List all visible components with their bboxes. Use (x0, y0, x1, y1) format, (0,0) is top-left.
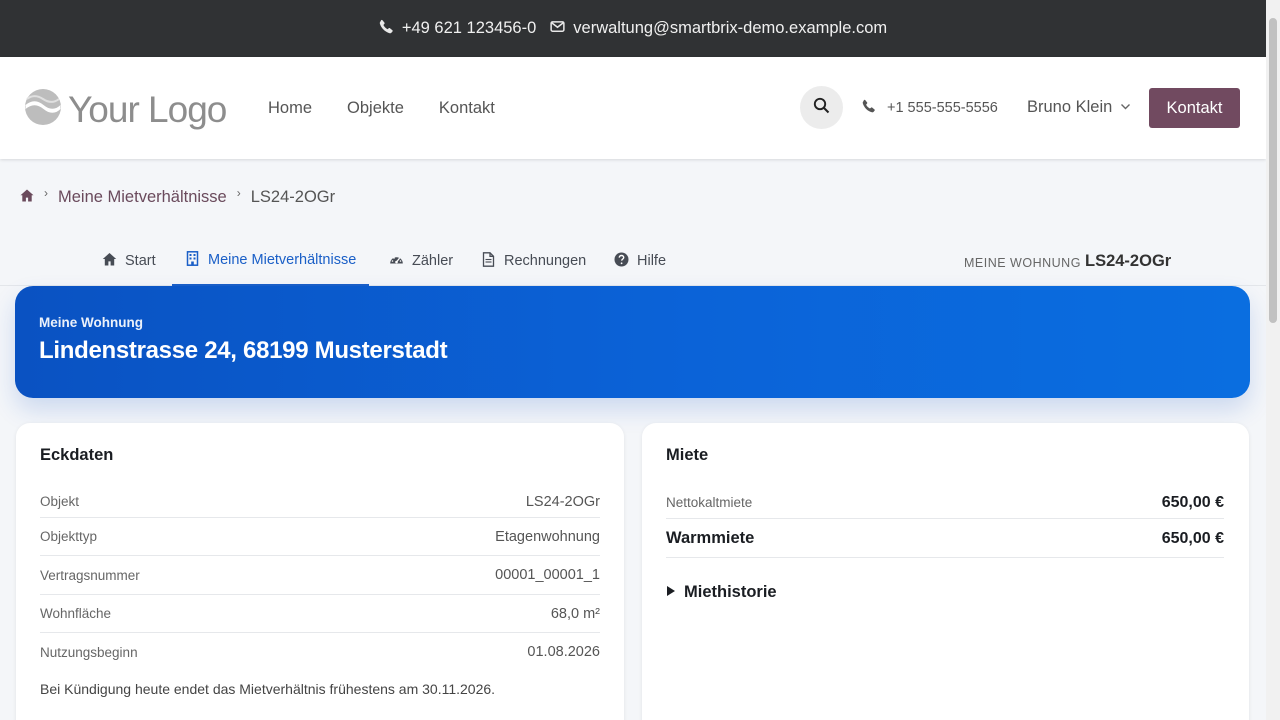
row-key: Vertragsnummer (40, 567, 140, 583)
kuendigung-note: Bei Kündigung heute endet das Mietverhäl… (40, 681, 496, 697)
row-key: Wohnfläche (40, 606, 112, 621)
row-key: Warmmiete (666, 529, 755, 547)
miete-card: Miete Nettokaltmiete 650,00 € Warmmiete … (642, 423, 1249, 720)
header-phone[interactable]: +1 555-555-5556 (862, 99, 998, 117)
row-key: Objekt (40, 494, 80, 509)
search-icon (813, 97, 830, 119)
eckdaten-row: Wohnfläche 68,0 m² (40, 595, 600, 633)
row-key: Objekttyp (40, 529, 98, 544)
tab-label: Zähler (412, 253, 454, 269)
caret-right-icon (666, 583, 676, 602)
user-menu[interactable]: Bruno Klein (1027, 98, 1131, 117)
nettokaltmiete-row: Nettokaltmiete 650,00 € (666, 487, 1224, 519)
banner-title: Lindenstrasse 24, 68199 Musterstadt (39, 337, 448, 364)
wohnung-value: LS24-2OGr (1085, 252, 1172, 270)
tab-rechnungen[interactable]: Rechnungen (481, 238, 586, 286)
row-value: 650,00 € (1161, 493, 1224, 511)
row-value: 650,00 € (1161, 529, 1224, 547)
nav-objekte[interactable]: Objekte (347, 99, 404, 118)
topbar-phone-text: +49 621 123456-0 (401, 19, 537, 37)
topbar-phone[interactable]: +49 621 123456-0 (379, 19, 536, 39)
tab-mietverhaeltnisse[interactable]: Meine Mietverhältnisse (172, 238, 370, 286)
address-banner: Meine Wohnung Lindenstrasse 24, 68199 Mu… (15, 286, 1250, 398)
row-value: 01.08.2026 (527, 644, 600, 660)
breadcrumb-separator: › (44, 185, 48, 200)
chevron-down-icon (1120, 98, 1131, 117)
main-nav: Home Objekte Kontakt (268, 99, 495, 118)
breadcrumb-mietverhaeltnisse[interactable]: Meine Mietverhältnisse (58, 188, 227, 207)
site-header: Your Logo Home Objekte Kontakt +1 555-55… (0, 57, 1266, 159)
logo[interactable]: Your Logo (24, 88, 227, 131)
topbar-email-text: verwaltung@smartbrix-demo.example.com (573, 19, 888, 37)
wohnung-label: MEINE WOHNUNG (964, 256, 1081, 270)
scrollbar-thumb[interactable] (1269, 18, 1277, 323)
tab-label: Meine Mietverhältnisse (208, 252, 357, 268)
search-button[interactable] (800, 86, 843, 129)
breadcrumb-separator: › (236, 185, 241, 200)
row-key: Nutzungsbeginn (40, 644, 138, 660)
contact-bar: +49 621 123456-0 verwaltung@smartbrix-de… (0, 0, 1266, 57)
logo-mark-icon (24, 88, 62, 131)
eckdaten-row: Objekttyp Etagenwohnung (40, 518, 600, 556)
eckdaten-row: Nutzungsbeginn 01.08.2026 (40, 633, 600, 671)
card-title: Eckdaten (40, 446, 114, 464)
breadcrumb: › Meine Mietverhältnisse › LS24-2OGr (20, 185, 336, 207)
tab-start[interactable]: Start (102, 238, 156, 286)
mail-icon (550, 19, 565, 39)
banner-subtitle: Meine Wohnung (39, 315, 143, 330)
eckdaten-card: Eckdaten Objekt LS24-2OGr Objekttyp Etag… (16, 423, 624, 720)
eckdaten-row: Vertragsnummer 00001_00001_1 (40, 556, 600, 595)
row-value: LS24-2OGr (525, 493, 600, 510)
row-value: Etagenwohnung (495, 528, 600, 545)
tab-zaehler[interactable]: Zähler (389, 238, 453, 286)
building-icon (185, 250, 200, 270)
row-value: 68,0 m² (550, 605, 600, 622)
logo-text: Your Logo (68, 88, 227, 130)
phone-icon (862, 99, 876, 117)
warmmiete-row: Warmmiete 650,00 € (666, 520, 1224, 558)
contact-button[interactable]: Kontakt (1149, 88, 1240, 128)
row-key: Nettokaltmiete (666, 495, 753, 510)
help-icon (614, 252, 629, 271)
nav-kontakt[interactable]: Kontakt (439, 99, 495, 118)
home-icon[interactable] (20, 188, 34, 207)
phone-icon (379, 19, 394, 39)
row-value: 00001_00001_1 (495, 567, 600, 583)
user-name: Bruno Klein (1027, 98, 1113, 116)
card-title: Miete (666, 446, 709, 464)
gauge-icon (389, 252, 404, 271)
tab-label: Start (125, 253, 156, 269)
miethistorie-toggle[interactable]: Miethistorie (666, 583, 777, 602)
topbar-email[interactable]: verwaltung@smartbrix-demo.example.com (550, 19, 887, 39)
miethistorie-label: Miethistorie (684, 583, 777, 601)
page-scrollbar[interactable] (1266, 0, 1280, 720)
tab-label: Hilfe (637, 253, 667, 269)
breadcrumb-current: LS24-2OGr (250, 188, 336, 206)
nav-home[interactable]: Home (268, 99, 312, 118)
tab-hilfe[interactable]: Hilfe (614, 238, 666, 286)
header-phone-text: +1 555-555-5556 (887, 100, 998, 116)
eckdaten-row: Objekt LS24-2OGr (40, 486, 600, 518)
document-icon (481, 251, 496, 271)
tab-label: Rechnungen (504, 253, 587, 269)
home-icon (102, 252, 117, 271)
